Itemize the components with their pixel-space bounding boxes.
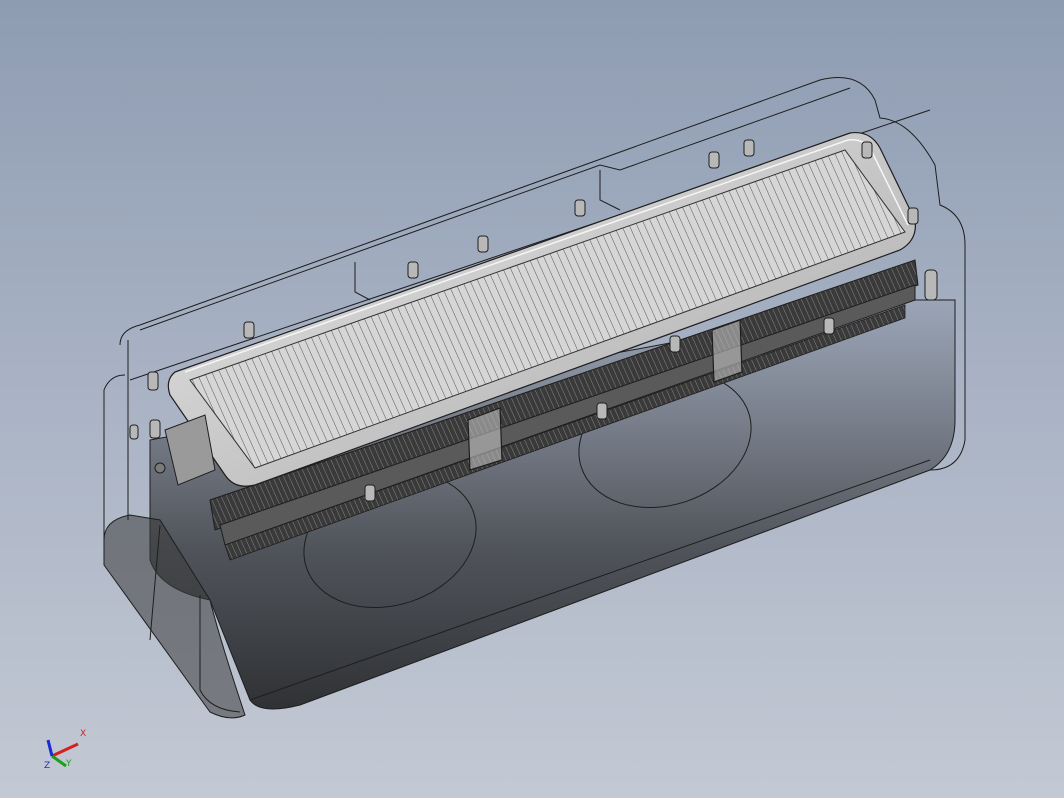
z-axis-label: Z	[44, 761, 50, 771]
y-axis-label: Y	[65, 759, 72, 769]
x-axis-label: X	[80, 729, 86, 739]
orientation-triad[interactable]: X Y Z	[40, 720, 96, 776]
z-axis-icon	[46, 739, 54, 757]
x-axis-icon	[51, 742, 79, 758]
cad-viewport[interactable]	[0, 0, 1064, 798]
y-axis-icon	[51, 754, 67, 768]
